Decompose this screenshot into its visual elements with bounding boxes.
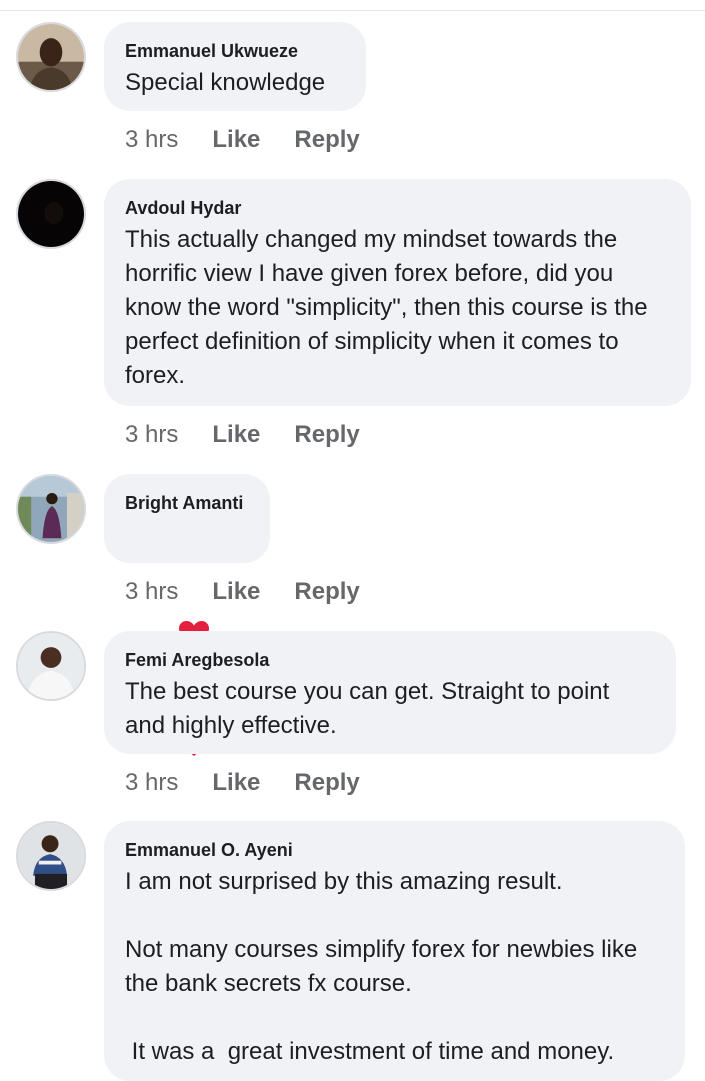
comment-bubble: Avdoul Hydar This actually changed my mi… — [104, 179, 691, 406]
comment-author[interactable]: Emmanuel Ukwueze — [125, 40, 344, 62]
comment-actions: 3 hrs Like Reply — [125, 125, 360, 155]
like-button[interactable]: Like — [212, 577, 260, 607]
comment-actions: 3 hrs Like Reply — [125, 768, 360, 798]
comment-bubble: Bright Amanti — [104, 474, 270, 756]
comment-text: Special knowledge — [125, 69, 326, 96]
reply-button[interactable]: Reply — [294, 420, 359, 450]
avatar[interactable] — [16, 474, 86, 544]
reply-button[interactable]: Reply — [294, 125, 359, 155]
avatar[interactable] — [16, 821, 86, 891]
comment-actions: 3 hrs Like Reply — [125, 420, 360, 450]
avatar[interactable] — [16, 22, 86, 92]
reply-button[interactable]: Reply — [294, 768, 359, 798]
avatar[interactable] — [16, 631, 86, 701]
like-button[interactable]: Like — [212, 768, 260, 798]
comment-bubble: Emmanuel Ukwueze Special knowledge — [104, 22, 366, 111]
like-button[interactable]: Like — [212, 420, 260, 450]
comment-timestamp[interactable]: 3 hrs — [125, 768, 178, 798]
comment-author[interactable]: Emmanuel O. Ayeni — [125, 839, 663, 861]
top-divider — [0, 10, 705, 11]
comment-bubble: Emmanuel O. Ayeni I am not surprised by … — [104, 821, 685, 1081]
comment-author[interactable]: Femi Aregbesola — [125, 649, 654, 671]
comment-text: The best course you can get. Straight to… — [125, 678, 616, 739]
comment-timestamp[interactable]: 3 hrs — [125, 420, 178, 450]
avatar[interactable] — [16, 179, 86, 249]
comment-author[interactable]: Bright Amanti — [125, 492, 248, 514]
comment-bubble: Femi Aregbesola The best course you can … — [104, 631, 676, 754]
like-button[interactable]: Like — [212, 125, 260, 155]
comment-reactions — [125, 518, 248, 756]
comment-text: This actually changed my mindset towards… — [125, 226, 655, 389]
comment-timestamp[interactable]: 3 hrs — [125, 125, 178, 155]
comment-text: I am not surprised by this amazing resul… — [125, 868, 638, 1065]
comment-timestamp[interactable]: 3 hrs — [125, 577, 178, 607]
comment-author[interactable]: Avdoul Hydar — [125, 197, 669, 219]
reply-button[interactable]: Reply — [294, 577, 359, 607]
comment-actions: 3 hrs Like Reply — [125, 577, 360, 607]
